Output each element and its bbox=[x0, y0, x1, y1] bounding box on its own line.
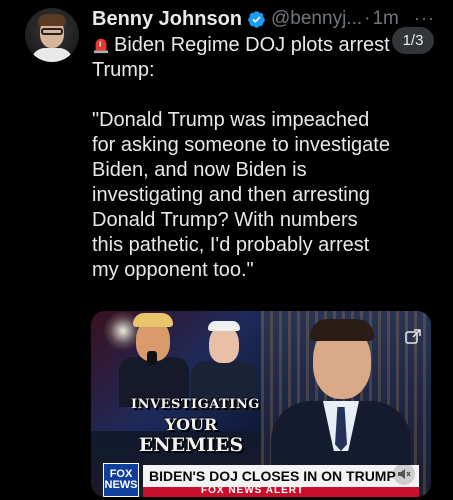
separator-dot: · bbox=[364, 8, 371, 29]
news-alert-label: FOX NEWS ALERT bbox=[201, 485, 305, 496]
image-counter-badge: 1/3 bbox=[392, 27, 434, 54]
post-time[interactable]: 1m bbox=[372, 8, 398, 30]
figure-center-hair bbox=[208, 321, 240, 331]
news-headline: BIDEN'S DOJ CLOSES IN ON TRUMP bbox=[149, 468, 396, 484]
graphic-caption: INVESTIGATING YOUR ENEMIES bbox=[131, 395, 260, 456]
tweet-text: Biden Regime DOJ plots arrest Trump: "Do… bbox=[92, 33, 392, 283]
avatar-hair bbox=[38, 14, 66, 26]
avatar-glasses bbox=[41, 28, 63, 35]
tweet-header: Benny Johnson @bennyj... · 1m bbox=[92, 6, 443, 32]
avatar-shirt bbox=[31, 48, 73, 62]
tweet-media-image[interactable]: INVESTIGATING YOUR ENEMIES FOX NEWS BIDE… bbox=[91, 311, 431, 497]
more-options-icon[interactable]: ··· bbox=[414, 8, 435, 29]
author-name[interactable]: Benny Johnson bbox=[92, 8, 242, 31]
mute-button[interactable] bbox=[393, 463, 415, 485]
figure-left-hair bbox=[133, 313, 173, 327]
microphone-icon bbox=[147, 351, 157, 365]
speaker-muted-icon bbox=[398, 469, 411, 479]
graphic-line-2: YOUR bbox=[164, 415, 218, 434]
verified-badge-icon bbox=[248, 10, 265, 28]
author-handle[interactable]: @bennyj... bbox=[271, 8, 362, 30]
tweet[interactable]: Benny Johnson @bennyj... · 1m ··· 1/3 Bi… bbox=[0, 0, 453, 500]
tweet-text-quote: "Donald Trump was impeached for asking s… bbox=[92, 109, 396, 281]
network-logo: FOX NEWS bbox=[103, 463, 139, 497]
tweet-text-first-line: Biden Regime DOJ plots arrest Trump: bbox=[92, 34, 395, 81]
siren-emoji-icon bbox=[93, 38, 109, 54]
news-lower-third: FOX NEWS BIDEN'S DOJ CLOSES IN ON TRUMP … bbox=[91, 463, 431, 497]
host-hair bbox=[310, 319, 374, 341]
graphic-line-3: ENEMIES bbox=[138, 434, 244, 456]
expand-icon[interactable] bbox=[405, 329, 421, 345]
graphic-line-1: INVESTIGATING bbox=[131, 397, 260, 412]
network-logo-bottom: NEWS bbox=[104, 479, 138, 491]
author-avatar[interactable] bbox=[25, 8, 79, 62]
